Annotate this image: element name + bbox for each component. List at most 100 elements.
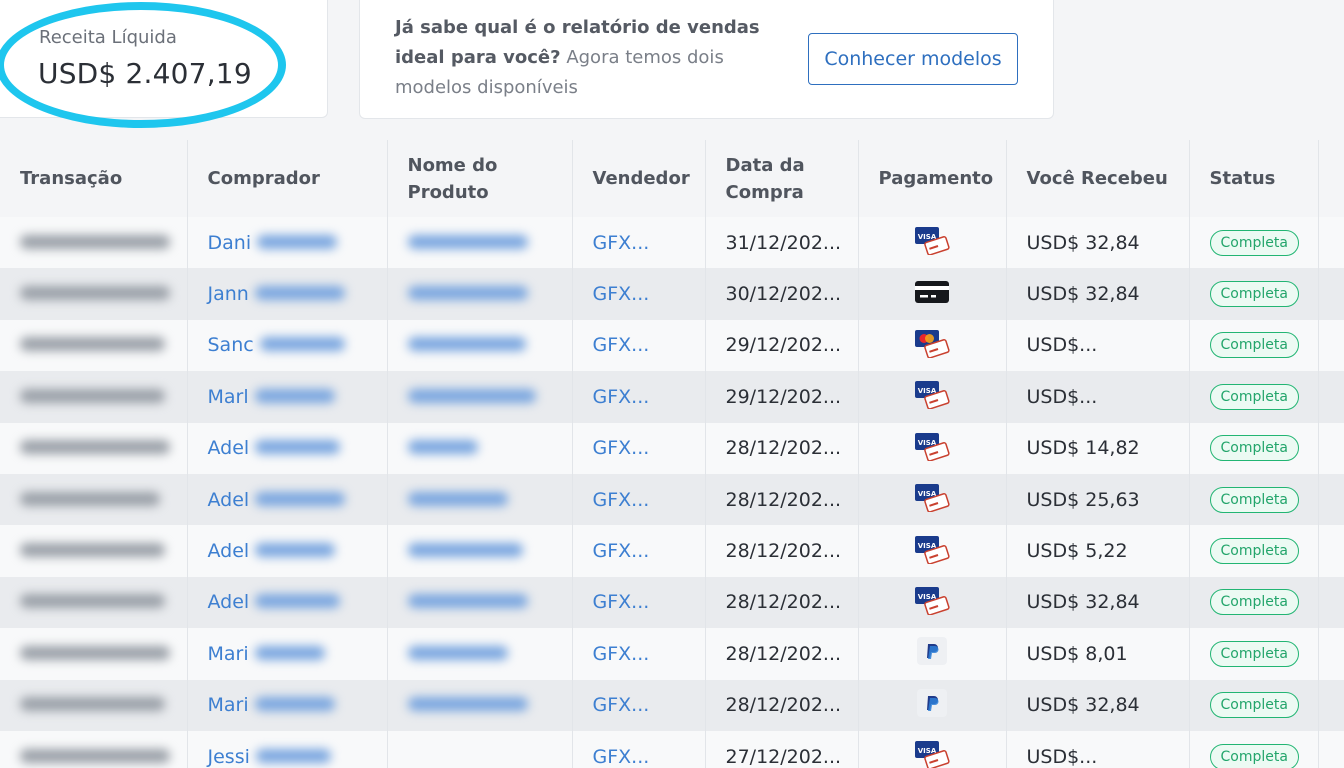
know-models-button[interactable]: Conhecer modelos xyxy=(808,33,1018,85)
seller-link[interactable]: GFX... xyxy=(593,746,650,768)
seller-link[interactable]: GFX... xyxy=(593,386,650,408)
product-cell[interactable] xyxy=(387,422,573,474)
seller-link[interactable]: GFX... xyxy=(593,591,650,613)
status-cell: Completa xyxy=(1189,319,1319,372)
seller-cell[interactable]: GFX... xyxy=(572,576,706,629)
received-amount-cell: USD$ 14,82 xyxy=(1006,422,1190,474)
purchase-date-cell: 28/12/202... xyxy=(705,628,859,680)
redacted-transaction-id xyxy=(20,234,170,249)
table-row[interactable]: Mari GFX... 28/12/202... USD$ 8,01 Completa xyxy=(0,628,1344,680)
product-cell[interactable] xyxy=(387,628,573,680)
seller-link[interactable]: GFX... xyxy=(593,232,650,254)
table-row[interactable]: Jessi GFX... 27/12/202... VISA USD$... Comple… xyxy=(0,730,1344,768)
buyer-cell[interactable]: Jessi xyxy=(187,730,388,768)
purchase-date: 30/12/202... xyxy=(725,283,842,306)
col-header-product[interactable]: Nome do Produto xyxy=(387,140,573,217)
buyer-name-link[interactable]: Jessi xyxy=(208,746,250,768)
seller-cell[interactable]: GFX... xyxy=(572,730,706,768)
product-cell[interactable] xyxy=(387,730,573,768)
received-amount: USD$ 25,63 xyxy=(1026,488,1140,511)
buyer-cell[interactable]: Adel xyxy=(187,422,388,474)
table-row[interactable]: Adel GFX... 28/12/202... VISA USD$ 14,82 Comp… xyxy=(0,422,1344,474)
buyer-name-link[interactable]: Jann xyxy=(208,283,249,305)
seller-cell[interactable]: GFX... xyxy=(572,525,706,577)
product-cell[interactable] xyxy=(387,319,573,372)
seller-cell[interactable]: GFX... xyxy=(572,679,706,731)
transaction-id-cell[interactable] xyxy=(0,679,188,731)
received-amount-cell: USD$... xyxy=(1006,371,1190,423)
seller-link[interactable]: GFX... xyxy=(593,643,650,665)
buyer-cell[interactable]: Dani xyxy=(187,217,388,269)
table-row[interactable]: Sanc GFX... 29/12/202... USD$... Completa xyxy=(0,319,1344,372)
product-cell[interactable] xyxy=(387,576,573,629)
seller-cell[interactable]: GFX... xyxy=(572,628,706,680)
transaction-id-cell[interactable] xyxy=(0,576,188,629)
transaction-id-cell[interactable] xyxy=(0,319,188,372)
table-row[interactable]: Marl GFX... 29/12/202... VISA USD$... Complet… xyxy=(0,371,1344,423)
seller-link[interactable]: GFX... xyxy=(593,437,650,459)
transaction-id-cell[interactable] xyxy=(0,422,188,474)
buyer-cell[interactable]: Adel xyxy=(187,525,388,577)
seller-cell[interactable]: GFX... xyxy=(572,319,706,372)
table-row[interactable]: Dani GFX... 31/12/202... VISA USD$ 32,84 Comp… xyxy=(0,217,1344,269)
buyer-name-link[interactable]: Adel xyxy=(208,437,250,459)
product-cell[interactable] xyxy=(387,371,573,423)
product-cell[interactable] xyxy=(387,525,573,577)
table-row[interactable]: Jann GFX... 30/12/202... USD$ 32,84 Completa xyxy=(0,268,1344,320)
seller-link[interactable]: GFX... xyxy=(593,694,650,716)
product-cell[interactable] xyxy=(387,473,573,526)
seller-link[interactable]: GFX... xyxy=(593,540,650,562)
product-cell[interactable] xyxy=(387,268,573,320)
transaction-id-cell[interactable] xyxy=(0,628,188,680)
col-header-received[interactable]: Você Recebeu xyxy=(1006,140,1190,217)
transaction-id-cell[interactable] xyxy=(0,473,188,526)
col-header-transaction[interactable]: Transação xyxy=(0,140,188,217)
table-row[interactable]: Adel GFX... 28/12/202... VISA USD$ 32,84 Comp… xyxy=(0,576,1344,629)
buyer-cell[interactable]: Adel xyxy=(187,473,388,526)
transaction-id-cell[interactable] xyxy=(0,371,188,423)
seller-cell[interactable]: GFX... xyxy=(572,268,706,320)
product-cell[interactable] xyxy=(387,217,573,269)
buyer-name-link[interactable]: Marl xyxy=(208,386,249,408)
buyer-name-link[interactable]: Dani xyxy=(208,232,252,254)
col-header-status[interactable]: Status xyxy=(1189,140,1319,217)
col-header-overflow xyxy=(1318,140,1344,217)
transaction-id-cell[interactable] xyxy=(0,268,188,320)
redacted-buyer-name xyxy=(255,440,341,455)
col-header-seller[interactable]: Vendedor xyxy=(572,140,706,217)
seller-cell[interactable]: GFX... xyxy=(572,371,706,423)
buyer-name-link[interactable]: Mari xyxy=(208,694,249,716)
buyer-name-link[interactable]: Mari xyxy=(208,643,249,665)
seller-link[interactable]: GFX... xyxy=(593,489,650,511)
buyer-name-link[interactable]: Adel xyxy=(208,489,250,511)
col-header-buyer[interactable]: Comprador xyxy=(187,140,388,217)
transaction-id-cell[interactable] xyxy=(0,217,188,269)
seller-link[interactable]: GFX... xyxy=(593,334,650,356)
table-row[interactable]: Adel GFX... 28/12/202... VISA USD$ 5,22 Compl… xyxy=(0,525,1344,577)
seller-cell[interactable]: GFX... xyxy=(572,217,706,269)
redacted-transaction-id xyxy=(20,645,170,660)
buyer-cell[interactable]: Marl xyxy=(187,371,388,423)
transaction-id-cell[interactable] xyxy=(0,730,188,768)
seller-cell[interactable]: GFX... xyxy=(572,422,706,474)
buyer-name-link[interactable]: Sanc xyxy=(208,334,254,356)
table-row[interactable]: Adel GFX... 28/12/202... VISA USD$ 25,63 Comp… xyxy=(0,473,1344,526)
status-badge: Completa xyxy=(1209,383,1299,410)
buyer-cell[interactable]: Mari xyxy=(187,628,388,680)
buyer-cell[interactable]: Jann xyxy=(187,268,388,320)
table-row[interactable]: Mari GFX... 28/12/202... USD$ 32,84 Completa xyxy=(0,679,1344,731)
seller-cell[interactable]: GFX... xyxy=(572,473,706,526)
buyer-cell[interactable]: Sanc xyxy=(187,319,388,372)
product-cell[interactable] xyxy=(387,679,573,731)
col-header-purchase-date[interactable]: Data da Compra xyxy=(705,140,859,217)
buyer-cell[interactable]: Adel xyxy=(187,576,388,629)
buyer-name-link[interactable]: Adel xyxy=(208,591,250,613)
buyer-cell[interactable]: Mari xyxy=(187,679,388,731)
status-cell: Completa xyxy=(1189,268,1319,320)
seller-link[interactable]: GFX... xyxy=(593,283,650,305)
redacted-transaction-id xyxy=(20,337,165,352)
buyer-name-link[interactable]: Adel xyxy=(208,540,250,562)
transaction-id-cell[interactable] xyxy=(0,525,188,577)
col-header-payment[interactable]: Pagamento xyxy=(858,140,1007,217)
received-amount: USD$ 8,01 xyxy=(1026,642,1128,665)
